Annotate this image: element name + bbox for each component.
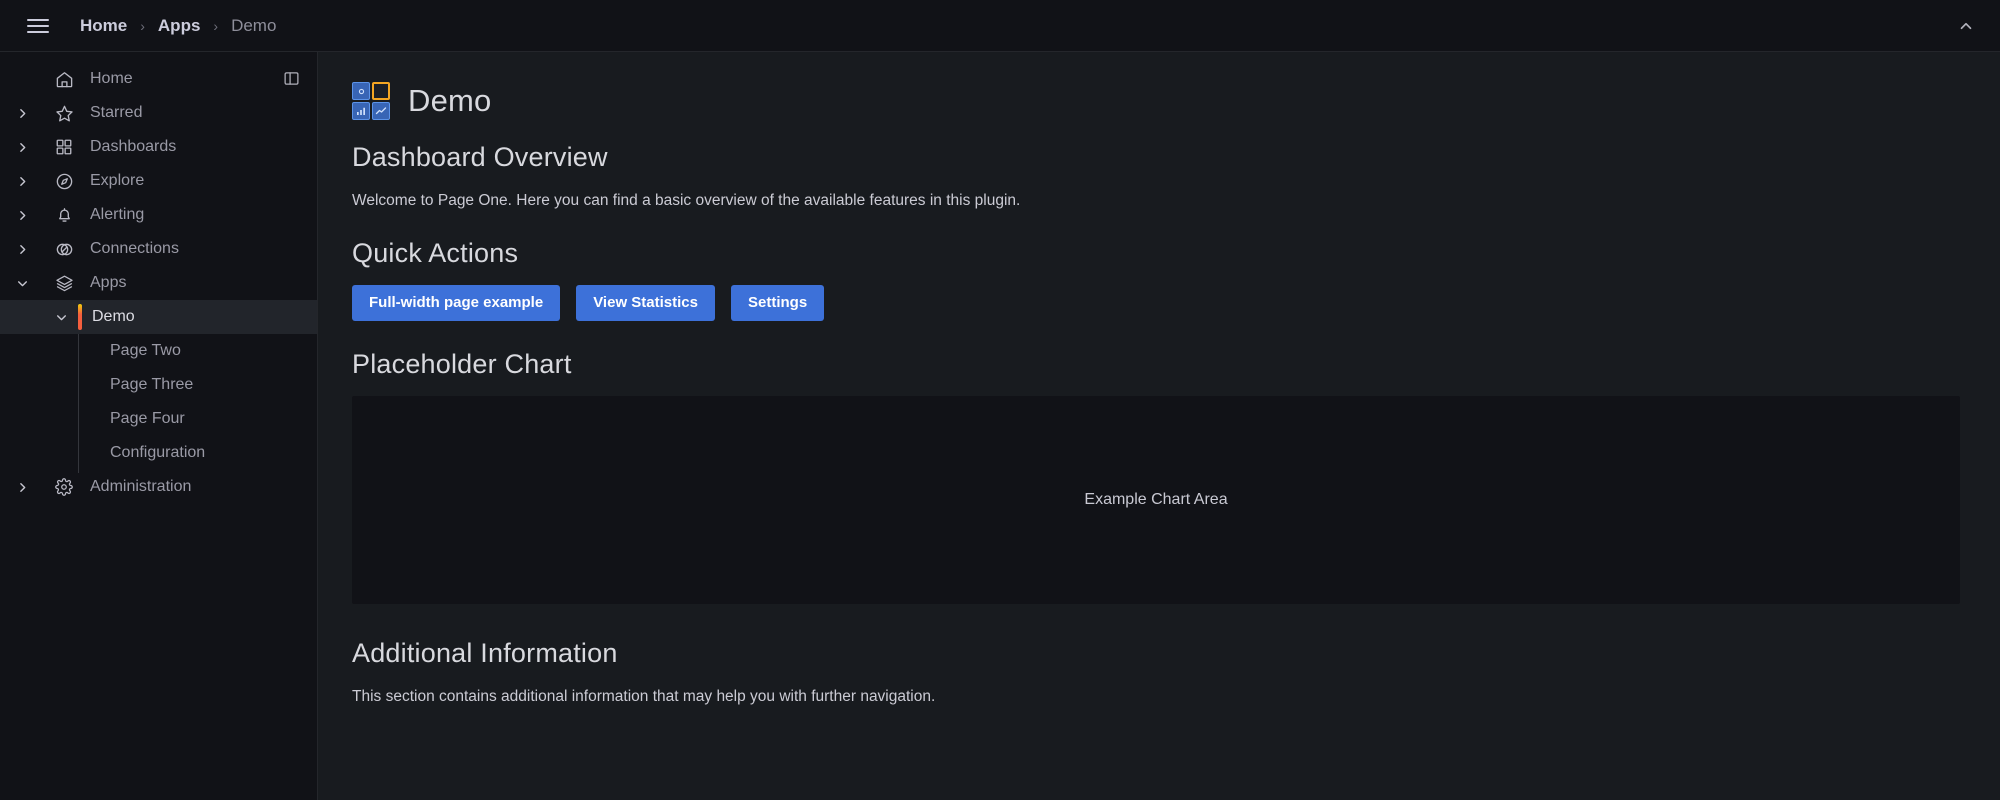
- app-body: Home Starred Dashboards Explore Alerting…: [0, 52, 2000, 800]
- sidebar-item-label: Page Four: [110, 410, 185, 427]
- sidebar-item-demo[interactable]: Demo: [0, 300, 317, 334]
- top-navigation-bar: Home › Apps › Demo: [0, 0, 2000, 52]
- chart-placeholder-panel: Example Chart Area: [352, 396, 1960, 605]
- chevron-right-icon[interactable]: [0, 175, 44, 188]
- chevron-right-icon[interactable]: [0, 141, 44, 154]
- sidebar-item-starred[interactable]: Starred: [0, 96, 317, 130]
- sidebar-item-label: Starred: [90, 104, 143, 121]
- page-title: Demo: [408, 83, 492, 118]
- sidebar-item-label: Explore: [90, 172, 145, 189]
- chart-placeholder-label: Example Chart Area: [1084, 491, 1228, 509]
- main-content: Demo Dashboard Overview Welcome to Page …: [318, 52, 2000, 800]
- sidebar-item-label: Connections: [90, 240, 179, 257]
- connections-icon: [44, 240, 84, 259]
- logo-tile-highlighted: [372, 82, 390, 100]
- sidebar-item-configuration[interactable]: Configuration: [0, 436, 317, 470]
- quick-actions-heading: Quick Actions: [352, 238, 519, 269]
- bell-icon: [44, 206, 84, 225]
- sidebar-item-label: Page Three: [110, 376, 194, 393]
- sidebar-item-label: Alerting: [90, 206, 145, 223]
- sidebar-navigation: Home Starred Dashboards Explore Alerting…: [0, 52, 318, 800]
- sidebar-item-label: Demo: [92, 308, 135, 325]
- hamburger-bar: [27, 18, 49, 21]
- demo-app-panels-logo: [352, 82, 390, 120]
- sidebar-item-label: Administration: [90, 478, 192, 495]
- home-icon: [44, 70, 84, 89]
- sidebar-item-connections[interactable]: Connections: [0, 232, 317, 266]
- chevron-down-icon[interactable]: [44, 311, 78, 324]
- sidebar-item-label: Page Two: [110, 342, 181, 359]
- hamburger-menu-icon[interactable]: [22, 10, 54, 42]
- breadcrumb-separator-icon: ›: [213, 17, 219, 34]
- topbar-actions: [1952, 0, 1980, 52]
- logo-tile-gauge: [352, 82, 370, 100]
- breadcrumb-item-home[interactable]: Home: [74, 14, 133, 38]
- sidebar-item-home[interactable]: Home: [0, 62, 317, 96]
- view-statistics-button[interactable]: View Statistics: [576, 285, 715, 322]
- breadcrumb-item-demo[interactable]: Demo: [225, 14, 282, 38]
- chevron-up-icon[interactable]: [1952, 12, 1980, 40]
- breadcrumb: Home › Apps › Demo: [74, 14, 282, 38]
- page-header: Demo: [352, 82, 1960, 120]
- logo-tile-barchart: [352, 102, 370, 120]
- overview-heading: Dashboard Overview: [352, 142, 608, 172]
- sidebar-item-label: Home: [90, 70, 133, 87]
- sidebar-item-label: Dashboards: [90, 138, 177, 155]
- breadcrumb-item-apps[interactable]: Apps: [152, 14, 207, 38]
- additional-information-text: This section contains additional informa…: [352, 688, 936, 706]
- sidebar-item-page-three[interactable]: Page Three: [0, 368, 317, 402]
- star-icon: [44, 104, 84, 123]
- dashboards-grid-icon: [44, 138, 84, 156]
- layers-icon: [44, 274, 84, 293]
- gear-icon: [44, 478, 84, 496]
- sidebar-item-alerting[interactable]: Alerting: [0, 198, 317, 232]
- sidebar-item-label: Configuration: [110, 444, 206, 461]
- hamburger-bar: [27, 30, 49, 33]
- breadcrumb-separator-icon: ›: [140, 17, 145, 34]
- chevron-right-icon[interactable]: [0, 481, 44, 494]
- full-width-page-example-button[interactable]: Full-width page example: [352, 285, 561, 322]
- sidebar-item-page-four[interactable]: Page Four: [0, 402, 317, 436]
- sidebar-item-dashboards[interactable]: Dashboards: [0, 130, 317, 164]
- additional-information-heading: Additional Information: [352, 638, 618, 669]
- hamburger-bar: [27, 24, 49, 27]
- sidebar-item-page-two[interactable]: Page Two: [0, 334, 317, 368]
- chevron-down-icon[interactable]: [0, 277, 44, 290]
- compass-icon: [44, 172, 84, 191]
- chevron-right-icon[interactable]: [0, 107, 44, 120]
- quick-actions-button-row: Full-width page example View Statistics …: [352, 285, 1960, 322]
- logo-tile-linechart: [372, 102, 390, 120]
- app-root: Home › Apps › Demo Home Starred Dashboar…: [0, 0, 2000, 800]
- placeholder-chart-heading: Placeholder Chart: [352, 349, 572, 380]
- sidebar-item-apps[interactable]: Apps: [0, 266, 317, 300]
- chevron-right-icon[interactable]: [0, 243, 44, 256]
- sidebar-item-label: Apps: [90, 274, 127, 291]
- overview-text: Welcome to Page One. Here you can find a…: [352, 192, 1021, 209]
- sidebar-item-explore[interactable]: Explore: [0, 164, 317, 198]
- settings-button[interactable]: Settings: [730, 285, 825, 322]
- chevron-right-icon[interactable]: [0, 209, 44, 222]
- sidebar-item-administration[interactable]: Administration: [0, 470, 317, 504]
